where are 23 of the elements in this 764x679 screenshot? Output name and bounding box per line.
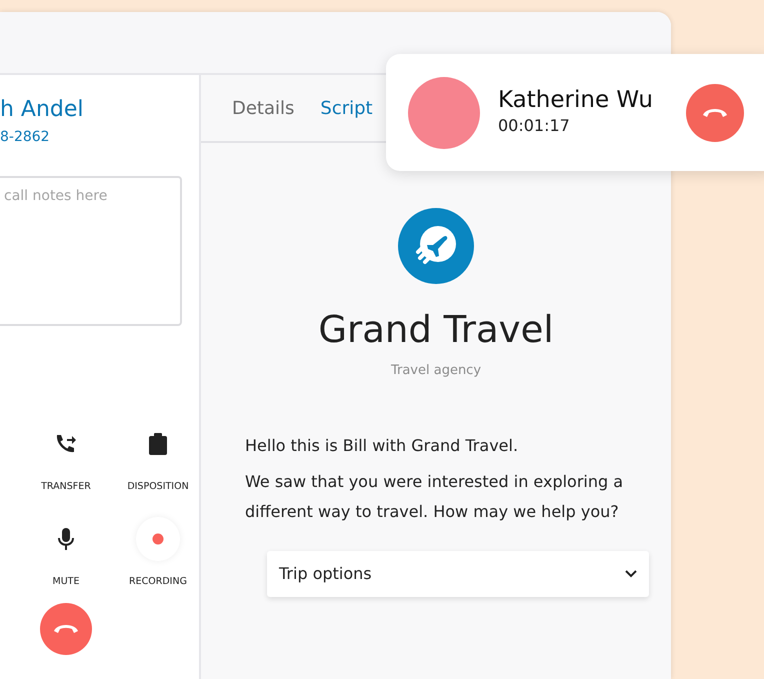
hang-up-icon xyxy=(53,623,79,634)
phone-transfer-icon xyxy=(55,434,77,454)
trip-options-dropdown[interactable]: Trip options xyxy=(267,550,649,597)
company-type: Travel agency xyxy=(390,362,482,380)
mute-button[interactable]: MUTE xyxy=(20,516,112,589)
disposition-button[interactable]: DISPOSITION xyxy=(112,422,204,495)
hang-up-icon xyxy=(702,107,728,118)
call-notes-field[interactable]: call notes here xyxy=(0,176,182,326)
call-timer: 00:01:17 xyxy=(498,116,570,136)
tab[interactable]: Script xyxy=(320,94,373,122)
record-dot-icon xyxy=(152,532,164,545)
contact-name: h Andel xyxy=(0,97,84,124)
airplane-logo-icon xyxy=(398,208,474,284)
company-name: Grand Travel xyxy=(318,310,554,351)
chevron-icon xyxy=(625,570,637,578)
tab[interactable]: Details xyxy=(232,94,294,122)
contact-phone: 8-2862 xyxy=(0,128,50,148)
transfer-button[interactable]: TRANSFER xyxy=(20,422,112,495)
script-paragraph: Hello this is Bill with Grand Travel. xyxy=(245,434,520,457)
caller-name: Katherine Wu xyxy=(498,86,653,113)
clipboard-icon xyxy=(148,433,168,456)
microphone-icon xyxy=(58,528,74,550)
script-paragraph: We saw that you were interested in exploring a different way to travel. How may we help you? xyxy=(245,470,624,523)
